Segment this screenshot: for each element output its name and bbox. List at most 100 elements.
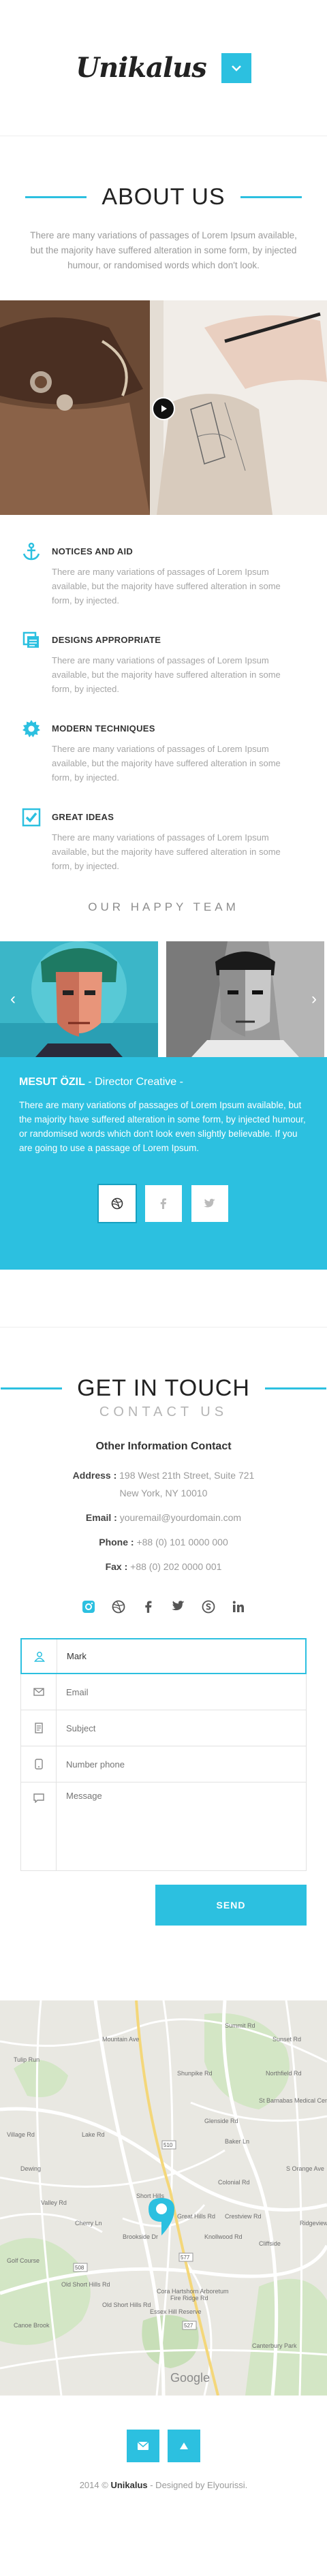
user-icon	[22, 1639, 57, 1673]
email-label: Email :	[85, 1512, 117, 1523]
email-row: Email : youremail@yourdomain.com	[0, 1509, 327, 1526]
message-field[interactable]	[20, 1782, 307, 1871]
phone-field[interactable]	[20, 1746, 307, 1782]
section-divider	[0, 1270, 327, 1328]
logo[interactable]: Unikalus	[76, 52, 207, 84]
map-label: Knollwood Rd	[204, 2233, 243, 2240]
member-socials	[19, 1185, 308, 1222]
play-button[interactable]	[152, 397, 175, 420]
about-section: ABOUT US There are many variations of pa…	[0, 136, 327, 1270]
member-name: MESUT ÖZIL	[19, 1076, 85, 1088]
arrow-up-icon	[180, 2443, 188, 2449]
route-label: 577	[181, 2255, 190, 2261]
heading-line-right	[264, 1387, 326, 1389]
heading-line-left	[1, 1387, 63, 1389]
facebook-button[interactable]	[145, 1185, 182, 1222]
message-input[interactable]	[57, 1782, 306, 1870]
play-icon	[161, 405, 167, 412]
skype-icon[interactable]	[202, 1600, 215, 1614]
map-label: Fire Ridge Rd	[170, 2295, 208, 2302]
fax-value: +88 (0) 202 0000 001	[127, 1561, 222, 1572]
map-label: Old Short Hills Rd	[61, 2281, 110, 2288]
map-label: Cherry Ln	[75, 2220, 102, 2227]
location-map[interactable]: Tulip Run Mountain Ave Summit Rd Sunset Rd S…	[0, 2000, 327, 2396]
heading-line-right	[240, 196, 302, 198]
email-value[interactable]: youremail@yourdomain.com	[117, 1512, 241, 1523]
twitter-icon[interactable]	[172, 1600, 185, 1612]
map-label: Great Hills Rd	[177, 2213, 215, 2220]
address-row: Address : 198 West 21th Street, Suite 72…	[0, 1466, 327, 1502]
feature-item: GREAT IDEAS There are many variations of…	[20, 808, 307, 873]
contact-socials	[0, 1600, 327, 1614]
linkedin-icon[interactable]	[232, 1600, 245, 1614]
menu-toggle-button[interactable]	[221, 52, 251, 83]
subject-input[interactable]	[57, 1710, 306, 1746]
phone-icon	[21, 1746, 57, 1782]
email-field[interactable]	[20, 1674, 307, 1710]
anchor-icon	[20, 542, 42, 564]
subject-field[interactable]	[20, 1710, 307, 1746]
copyright-year: 2014 ©	[79, 2480, 108, 2490]
map-label: Brookside Dr	[123, 2233, 158, 2240]
contact-info-title: Other Information Contact	[95, 1441, 232, 1452]
fax-row: Fax : +88 (0) 202 0000 001	[0, 1558, 327, 1575]
instagram-icon[interactable]	[82, 1600, 95, 1614]
facebook-icon	[160, 1198, 166, 1209]
address-label: Address :	[72, 1470, 117, 1481]
map-label: Cliffside	[259, 2240, 281, 2247]
map-label: S Orange Ave	[286, 2165, 324, 2172]
send-wrap: SEND	[20, 1885, 307, 1926]
about-lead: There are many variations of passages of…	[30, 230, 297, 270]
route-label: 510	[164, 2142, 173, 2148]
feature-title: DESIGNS APPROPRIATE	[52, 635, 161, 645]
map-label: Canoe Brook	[14, 2322, 50, 2329]
about-title: ABOUT US	[102, 184, 225, 210]
map-label: Summit Rd	[225, 2022, 255, 2029]
features-list: NOTICES AND AID There are many variation…	[0, 515, 327, 873]
route-label: 527	[184, 2323, 193, 2329]
copyright-brand: Unikalus	[110, 2480, 148, 2490]
copyright: 2014 © Unikalus - Designed by Elyourissi…	[0, 2480, 327, 2490]
map-label: Essex Hill Reserve	[150, 2308, 202, 2315]
member-bio: There are many variations of passages of…	[19, 1100, 306, 1153]
route-label: 508	[75, 2265, 84, 2271]
slider-prev-button[interactable]: ‹	[5, 990, 20, 1008]
twitter-button[interactable]	[191, 1185, 228, 1222]
feature-text: There are many variations of passages of…	[52, 744, 281, 783]
map-label: Sunset Rd	[272, 2036, 301, 2043]
name-field[interactable]	[20, 1638, 307, 1674]
map-label: Baker Ln	[225, 2138, 249, 2145]
page: Unikalus ABOUT US There are many variati…	[0, 0, 327, 2490]
mail-button[interactable]	[127, 2430, 159, 2462]
feature-text: There are many variations of passages of…	[52, 655, 281, 694]
dribbble-icon[interactable]	[112, 1600, 125, 1614]
phone-label: Phone :	[99, 1537, 134, 1548]
facebook-icon[interactable]	[142, 1600, 155, 1614]
team-slider[interactable]: ‹ ›	[0, 941, 327, 1057]
checkbox-icon	[20, 808, 42, 830]
map-label: Colonial Rd	[218, 2179, 250, 2186]
map-label: Northfield Rd	[266, 2070, 302, 2077]
feature-title: MODERN TECHNIQUES	[52, 723, 155, 734]
slider-next-button[interactable]: ›	[307, 990, 322, 1008]
map-label: Lake Rd	[82, 2131, 105, 2138]
dribbble-button[interactable]	[99, 1185, 136, 1222]
map-label: St Barnabas Medical Center	[259, 2097, 327, 2104]
send-button[interactable]: SEND	[155, 1885, 307, 1926]
team-slide-portrait[interactable]: ‹	[0, 941, 161, 1057]
contact-info: Address : 198 West 21th Street, Suite 72…	[0, 1466, 327, 1575]
scroll-top-button[interactable]	[168, 2430, 200, 2462]
name-input[interactable]	[57, 1639, 305, 1673]
phone-input[interactable]	[57, 1746, 306, 1782]
contact-form: SEND	[20, 1638, 307, 1926]
feature-title: NOTICES AND AID	[52, 546, 134, 556]
team-slide-portrait[interactable]: ›	[166, 941, 327, 1057]
about-video[interactable]	[0, 300, 327, 515]
email-input[interactable]	[57, 1674, 306, 1710]
map-canvas: Tulip Run Mountain Ave Summit Rd Sunset Rd S…	[0, 2000, 327, 2396]
phone-row: Phone : +88 (0) 101 0000 000	[0, 1533, 327, 1551]
map-label: Valley Rd	[41, 2199, 67, 2206]
team-member-portrait	[0, 941, 158, 1057]
envelope-icon	[137, 2441, 149, 2450]
contact-subtitle: CONTACT US	[99, 1404, 228, 1419]
